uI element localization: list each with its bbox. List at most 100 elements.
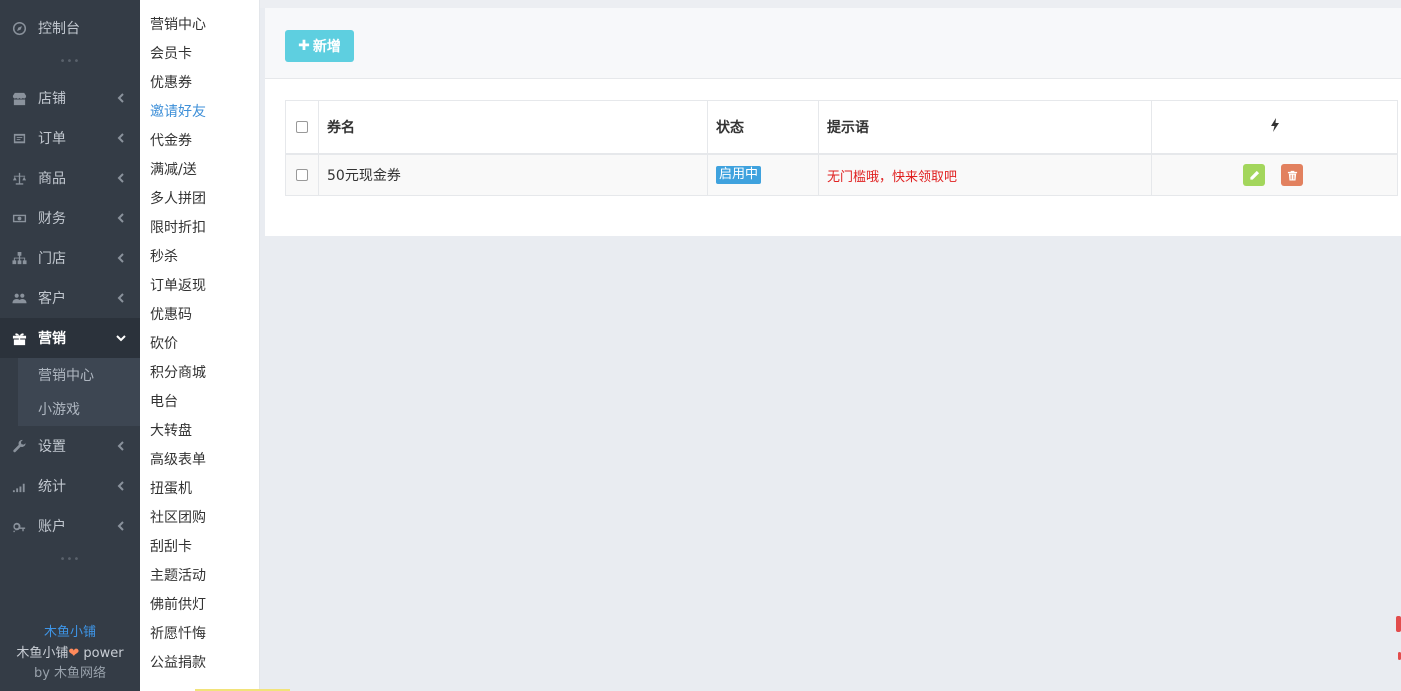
heart-icon: ❤ (68, 646, 80, 661)
sidebar-item-statistics[interactable]: 统计 (0, 466, 140, 506)
sidebar-item-label: 门店 (38, 251, 66, 267)
submenu-item[interactable]: 多人拼团 (150, 188, 206, 208)
chevron-down-icon (116, 333, 126, 343)
submenu-item[interactable]: 积分商城 (150, 362, 206, 382)
status-badge: 启用中 (716, 166, 762, 184)
chevron-left-icon (116, 441, 126, 451)
row-select-cell (286, 155, 319, 195)
sidebar-item-label: 设置 (38, 439, 66, 455)
select-all-checkbox[interactable] (296, 121, 308, 133)
plus-icon: ✚ (298, 38, 310, 54)
coupon-table: 券名 状态 提示语 50元现金券 启用中 无门槛哦，快来领取吧 (285, 100, 1398, 196)
submenu-item[interactable]: 扭蛋机 (150, 478, 192, 498)
header-tip: 提示语 (819, 101, 1152, 153)
sidebar-item-shop[interactable]: 店铺 (0, 78, 140, 118)
wrench-icon (11, 438, 27, 454)
marketing-submenu: 营销中心 会员卡 优惠券 邀请好友 代金券 满减/送 多人拼团 限时折扣 秒杀 … (140, 0, 260, 691)
sidebar-item-dashboard[interactable]: 控制台 (0, 8, 140, 48)
sitemap-icon (11, 250, 27, 266)
signal-icon (11, 478, 27, 494)
sidebar-item-settings[interactable]: 设置 (0, 426, 140, 466)
footer-power-line: 木鱼小铺❤ power (0, 642, 140, 661)
submenu-item[interactable]: 满减/送 (150, 159, 197, 179)
row-checkbox[interactable] (296, 169, 308, 181)
shop-icon (11, 90, 27, 106)
actions-cell (1152, 155, 1397, 195)
submenu-item[interactable]: 佛前供灯 (150, 594, 206, 614)
delete-button[interactable] (1281, 164, 1303, 186)
submenu-item[interactable]: 会员卡 (150, 43, 192, 63)
top-strip (260, 0, 1401, 8)
key-icon (11, 518, 27, 534)
sidebar-item-finance[interactable]: 财务 (0, 198, 140, 238)
submenu-item[interactable]: 大转盘 (150, 420, 192, 440)
chevron-left-icon (116, 133, 126, 143)
sidebar-item-account[interactable]: 账户 (0, 506, 140, 546)
sidebar-item-label: 客户 (38, 291, 66, 307)
sidebar-item-label: 店铺 (38, 91, 66, 107)
sidebar-subitem-mini-games[interactable]: 小游戏 (18, 392, 140, 426)
sidebar-divider-dots: ••• (59, 554, 81, 565)
header-actions (1152, 101, 1397, 153)
header-status: 状态 (708, 101, 819, 153)
footer-brand-text: 木鱼小铺 (16, 646, 69, 661)
footer-brand[interactable]: 木鱼小铺 (44, 625, 96, 640)
sidebar-item-label: 营销 (38, 331, 66, 347)
users-icon (11, 290, 27, 306)
submenu-item[interactable]: 营销中心 (150, 14, 206, 34)
sidebar-item-label: 商品 (38, 171, 66, 187)
submenu-item[interactable]: 限时折扣 (150, 217, 206, 237)
sidebar-item-label: 控制台 (38, 21, 80, 37)
submenu-item[interactable]: 刮刮卡 (150, 536, 192, 556)
submenu-item[interactable]: 优惠券 (150, 72, 192, 92)
gift-icon (11, 330, 27, 346)
sidebar-item-customer[interactable]: 客户 (0, 278, 140, 318)
sidebar-item-label: 订单 (38, 131, 66, 147)
sidebar-divider-dots: ••• (59, 56, 81, 67)
money-icon (11, 210, 27, 226)
submenu-item[interactable]: 优惠码 (150, 304, 192, 324)
sidebar-item-marketing[interactable]: 营销 (0, 318, 140, 358)
submenu-item[interactable]: 社区团购 (150, 507, 206, 527)
chevron-left-icon (116, 253, 126, 263)
submenu-item[interactable]: 秒杀 (150, 246, 178, 266)
chevron-left-icon (116, 213, 126, 223)
submenu-item-selected[interactable]: 邀请好友 (150, 101, 206, 121)
toolbar: ✚ 新增 (265, 8, 1401, 79)
submenu-item[interactable]: 主题活动 (150, 565, 206, 585)
tip-cell: 无门槛哦，快来领取吧 (819, 155, 1152, 195)
header-name: 券名 (319, 101, 708, 153)
submenu-item[interactable]: 公益捐款 (150, 652, 206, 672)
add-button[interactable]: ✚ 新增 (285, 30, 354, 62)
chevron-left-icon (116, 93, 126, 103)
footer-by-line: by 木鱼网络 (0, 662, 140, 681)
coupon-panel: ✚ 新增 券名 状态 提示语 50元现金券 启用中 无门槛哦，快来领取吧 (265, 8, 1401, 236)
side-float-mark[interactable] (1396, 616, 1401, 632)
footer-brand-link[interactable]: 木鱼小铺 (0, 621, 140, 640)
order-icon (11, 130, 27, 146)
chevron-left-icon (116, 481, 126, 491)
status-cell: 启用中 (708, 155, 819, 195)
sidebar-item-product[interactable]: 商品 (0, 158, 140, 198)
sidebar-subitem-marketing-center[interactable]: 营销中心 (18, 358, 140, 392)
submenu-item[interactable]: 电台 (150, 391, 178, 411)
edit-button[interactable] (1243, 164, 1265, 186)
sidebar-item-store[interactable]: 门店 (0, 238, 140, 278)
submenu-item[interactable]: 高级表单 (150, 449, 206, 469)
submenu-item[interactable]: 砍价 (150, 333, 178, 353)
sidebar-item-order[interactable]: 订单 (0, 118, 140, 158)
table-row[interactable]: 50元现金券 启用中 无门槛哦，快来领取吧 (286, 155, 1397, 195)
bolt-icon (1270, 118, 1280, 136)
submenu-item[interactable]: 代金券 (150, 130, 192, 150)
sidebar-item-label: 账户 (38, 519, 66, 535)
pencil-icon (1249, 170, 1259, 180)
submenu-item[interactable]: 祈愿忏悔 (150, 623, 206, 643)
chevron-left-icon (116, 521, 126, 531)
footer-power-text: power (79, 646, 124, 661)
main-content: ✚ 新增 券名 状态 提示语 50元现金券 启用中 无门槛哦，快来领取吧 (260, 0, 1401, 691)
chevron-left-icon (116, 173, 126, 183)
submenu-item[interactable]: 订单返现 (150, 275, 206, 295)
scale-icon (11, 170, 27, 186)
footer-company-link[interactable]: 木鱼网络 (54, 666, 106, 681)
coupon-name: 50元现金券 (319, 155, 708, 195)
